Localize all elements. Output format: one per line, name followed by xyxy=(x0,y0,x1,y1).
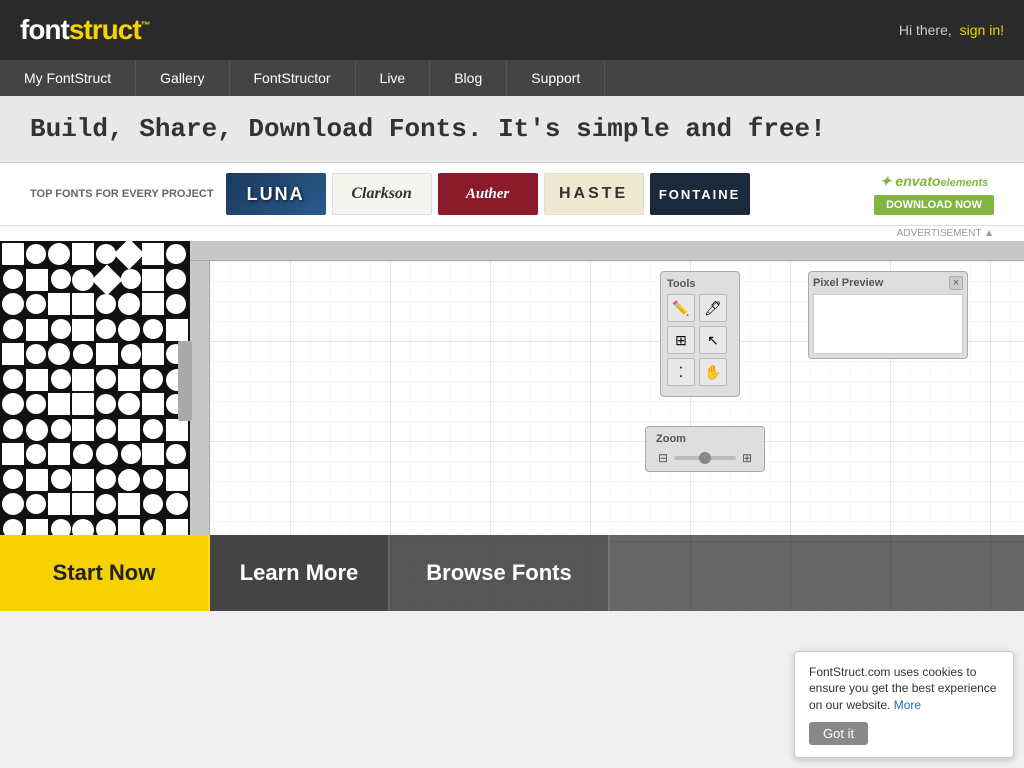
logo-struct-part: struct xyxy=(69,14,141,45)
cookie-text: FontStruct.com uses cookies to ensure yo… xyxy=(809,664,999,714)
logo: fontstruct™ xyxy=(20,14,150,46)
tools-panel-title: Tools xyxy=(667,278,733,290)
nav-item-live[interactable]: Live xyxy=(356,60,431,96)
zoom-slider[interactable] xyxy=(674,456,736,460)
hero-headline: Build, Share, Download Fonts. It's simpl… xyxy=(30,114,994,144)
font-thumb-clarkson[interactable]: Clarkson xyxy=(332,173,432,215)
nav-item-gallery[interactable]: Gallery xyxy=(136,60,229,96)
header: fontstruct™ Hi there, sign in! xyxy=(0,0,1024,60)
cta-bar: Start Now Learn More Browse Fonts xyxy=(0,535,1024,611)
logo-tm: ™ xyxy=(141,21,150,32)
signin-link[interactable]: sign in! xyxy=(960,22,1004,38)
browse-fonts-button[interactable]: Browse Fonts xyxy=(390,535,610,611)
tool-row-3: ⁚ ✋ xyxy=(667,358,733,386)
zoom-in-button[interactable]: ⊞ xyxy=(740,451,754,465)
ad-banner: TOP FONTS FOR EVERY PROJECT LUNA Clarkso… xyxy=(0,163,1024,226)
hero-section: Build, Share, Download Fonts. It's simpl… xyxy=(0,96,1024,163)
envato-logo: ✦ envatoelements xyxy=(880,173,988,191)
dots-tool-button[interactable]: ⁚ xyxy=(667,358,695,386)
learn-more-button[interactable]: Learn More xyxy=(210,535,390,611)
nav-item-fontstructor[interactable]: FontStructor xyxy=(230,60,356,96)
pixel-preview-panel: Pixel Preview × xyxy=(808,271,968,359)
select-tool-button[interactable]: ↖ xyxy=(699,326,727,354)
pixel-preview-header: Pixel Preview × xyxy=(813,276,963,290)
main-canvas-area[interactable]: Tools ✏️ 🖊 ⊞ ↖ ⁚ ✋ Zoom ⊟ ⊞ Pixel Previe… xyxy=(0,241,1024,611)
nav-item-my-fontstruct[interactable]: My FontStruct xyxy=(0,60,136,96)
zoom-out-button[interactable]: ⊟ xyxy=(656,451,670,465)
pixel-preview-canvas xyxy=(813,294,963,354)
header-signin: Hi there, sign in! xyxy=(899,22,1004,38)
ad-notice-text: ADVERTISEMENT ▲ xyxy=(897,228,994,239)
zoom-controls: ⊟ ⊞ xyxy=(656,451,754,465)
cookie-notice: FontStruct.com uses cookies to ensure yo… xyxy=(794,651,1014,758)
eraser-tool-button[interactable]: 🖊 xyxy=(699,294,727,322)
zoom-panel-title: Zoom xyxy=(656,433,754,445)
start-now-button[interactable]: Start Now xyxy=(0,535,210,611)
font-thumb-fontaine[interactable]: FONTAINE xyxy=(650,173,750,215)
font-thumb-luna[interactable]: LUNA xyxy=(226,173,326,215)
pixel-preview-title: Pixel Preview xyxy=(813,277,883,289)
pencil-tool-button[interactable]: ✏️ xyxy=(667,294,695,322)
page-indicator xyxy=(178,341,192,421)
pixel-preview-close-button[interactable]: × xyxy=(949,276,963,290)
tools-panel: Tools ✏️ 🖊 ⊞ ↖ ⁚ ✋ xyxy=(660,271,740,397)
zoom-panel: Zoom ⊟ ⊞ xyxy=(645,426,765,472)
nav-item-support[interactable]: Support xyxy=(507,60,605,96)
ad-label: TOP FONTS FOR EVERY PROJECT xyxy=(30,188,214,200)
tool-row-1: ✏️ 🖊 xyxy=(667,294,733,322)
nav-bar: My FontStruct Gallery FontStructor Live … xyxy=(0,60,1024,96)
hand-tool-button[interactable]: ✋ xyxy=(699,358,727,386)
cookie-more-link[interactable]: More xyxy=(894,698,921,712)
ad-notice-row: ADVERTISEMENT ▲ xyxy=(0,226,1024,241)
ruler-horizontal xyxy=(190,241,1024,261)
font-thumb-haste[interactable]: HASTE xyxy=(544,173,644,215)
font-thumb-auther[interactable]: Auther xyxy=(438,173,538,215)
zoom-handle[interactable] xyxy=(699,452,711,464)
grid-tool-button[interactable]: ⊞ xyxy=(667,326,695,354)
logo-text: fontstruct™ xyxy=(20,14,150,46)
logo-font-part: font xyxy=(20,14,69,45)
nav-item-blog[interactable]: Blog xyxy=(430,60,507,96)
tool-row-2: ⊞ ↖ xyxy=(667,326,733,354)
greeting-text: Hi there, xyxy=(899,22,952,38)
envato-download-button[interactable]: DOWNLOAD NOW xyxy=(874,195,994,215)
envato-block: ✦ envatoelements DOWNLOAD NOW xyxy=(874,173,994,215)
cookie-accept-button[interactable]: Got it xyxy=(809,722,868,745)
